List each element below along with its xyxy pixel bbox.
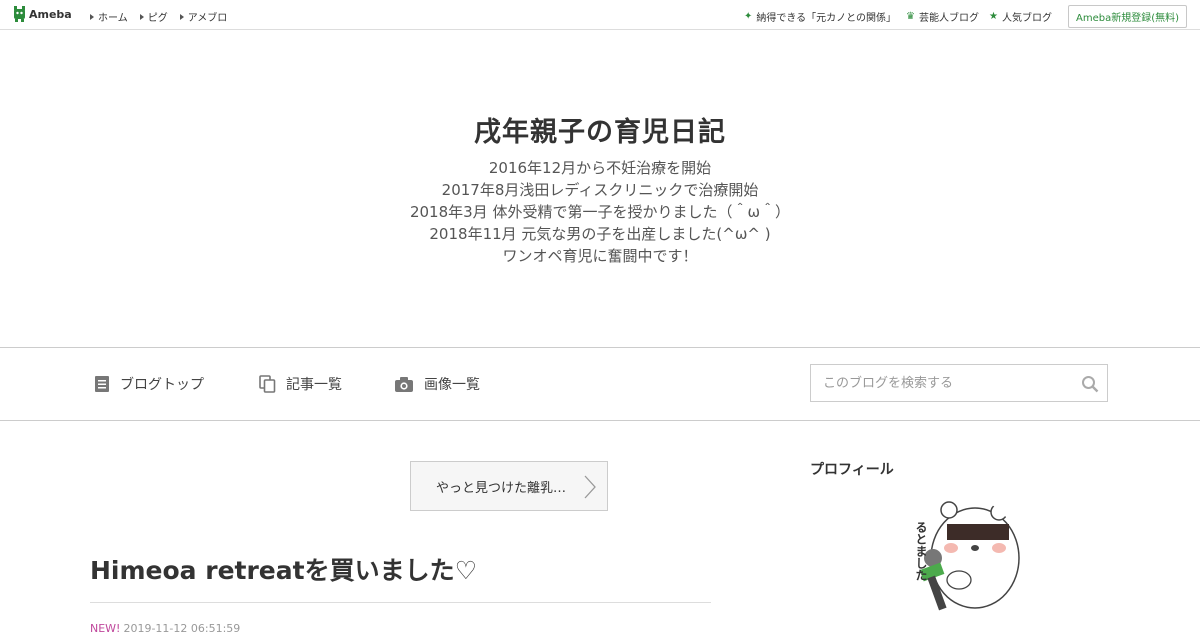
nav-label: 記事一覧 [286,377,342,393]
top-right-links: ✦ 納得できる「元カノとの関係」 ♛ 芸能人ブログ ★ 人気ブログ Ameba新… [734,5,1187,28]
blog-title[interactable]: 戌年親子の育児日記 [0,110,1200,149]
avatar-illustration: るとました [899,496,1021,618]
star-icon: ★ [989,11,998,22]
triangle-right-icon [90,13,94,20]
top-nav-label: ホーム [98,13,128,24]
triangle-right-icon [139,13,144,20]
avatar[interactable]: るとました [899,496,1021,618]
triangle-right-icon [179,13,184,20]
previous-entry-label: やっと見つけた離乳… [436,480,567,496]
logo-text: Ameba [29,7,72,21]
blog-description: 2016年12月から不妊治療を開始 2017年8月浅田レディスクリニックで治療開… [0,157,1200,267]
popular-blog-link[interactable]: ★ 人気ブログ [989,9,1052,24]
nav-image-list[interactable]: 画像一覧 [394,374,480,394]
sparkle-icon: ✦ [743,11,753,22]
copy-icon [259,375,276,393]
blog-nav: ブログトップ 記事一覧 画像一覧 [0,348,1200,421]
description-line: ワンオペ育児に奮闘中です！ [502,247,698,265]
top-nav-pigg[interactable]: ピグ [139,9,168,24]
search-icon[interactable] [1081,375,1099,393]
entry-meta: NEW! 2019-11-12 06:51:59 [90,622,240,635]
top-nav-label: ピグ [147,13,168,24]
celebrity-blog-link[interactable]: ♛ 芸能人ブログ [906,9,979,24]
description-line: 2017年8月浅田レディスクリニックで治療開始 [441,181,759,199]
top-nav: ホーム ピグ アメブロ [90,9,239,24]
top-nav-ameblo[interactable]: アメブロ [179,9,228,24]
crown-icon: ♛ [906,11,916,22]
signup-button[interactable]: Ameba新規登録(無料) [1067,5,1187,28]
description-line: 2016年12月から不妊治療を開始 [488,159,712,177]
blog-header: 戌年親子の育児日記 2016年12月から不妊治療を開始 2017年8月浅田レディ… [0,30,1200,348]
promo-link-label: 納得できる「元カノとの関係」 [756,13,897,24]
celebrity-blog-label: 芸能人ブログ [919,13,980,24]
nav-label: ブログトップ [120,377,204,393]
divider [90,602,711,603]
new-badge: NEW! [90,622,121,635]
promo-link[interactable]: ✦ 納得できる「元カノとの関係」 [744,9,896,24]
camera-icon [395,376,413,392]
nav-entry-list[interactable]: 記事一覧 [259,374,342,394]
blog-search-box [810,364,1108,402]
top-nav-label: アメブロ [187,13,228,24]
description-line: 2018年3月 体外受精で第一子を授かりました（＾ω＾） [409,203,791,221]
avatar-text: るとました [914,521,928,581]
ameba-logo[interactable]: Ameba [13,6,72,22]
popular-blog-label: 人気ブログ [1001,13,1052,24]
top-bar: Ameba ホーム ピグ アメブロ ✦ 納得できる「元カノとの関係」 ♛ 芸能人… [0,0,1200,30]
document-icon [95,376,109,392]
ameba-mascot-icon [14,6,25,22]
nav-blog-top[interactable]: ブログトップ [94,374,204,394]
previous-entry-button[interactable]: やっと見つけた離乳… [410,461,608,511]
description-line: 2018年11月 元気な男の子を出産しました(^ω^ ) [429,225,771,243]
top-nav-home[interactable]: ホーム [90,9,128,24]
chevron-right-icon [584,475,596,499]
nav-label: 画像一覧 [424,377,480,393]
search-input[interactable] [811,365,1073,401]
entry-date: 2019-11-12 06:51:59 [123,622,241,635]
profile-heading: プロフィール [810,462,894,478]
entry-title[interactable]: Himeoa retreatを買いました♡ [90,551,477,587]
